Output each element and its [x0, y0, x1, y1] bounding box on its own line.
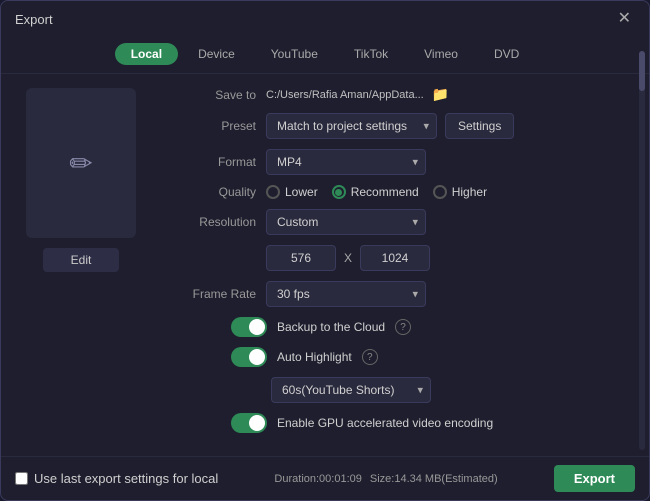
resolution-row: Resolution Custom — [171, 209, 631, 235]
highlight-select[interactable]: 60s(YouTube Shorts) — [271, 377, 431, 403]
framerate-select-wrapper: 30 fps — [266, 281, 426, 307]
backup-toggle[interactable] — [231, 317, 267, 337]
quality-row: Quality Lower Recommend Higher — [171, 185, 631, 199]
gpu-label: Enable GPU accelerated video encoding — [277, 416, 493, 430]
export-window: Export ✕ Local Device YouTube TikTok Vim… — [0, 0, 650, 501]
radio-recommend — [332, 185, 346, 199]
quality-higher[interactable]: Higher — [433, 185, 487, 199]
folder-icon[interactable]: 📁 — [432, 86, 449, 103]
auto-highlight-toggle[interactable] — [231, 347, 267, 367]
settings-panel: Save to C:/Users/Rafia Aman/AppData... 📁… — [161, 74, 649, 456]
highlight-select-wrapper: 60s(YouTube Shorts) — [271, 377, 431, 403]
resolution-height-input[interactable] — [360, 245, 430, 271]
tab-bar: Local Device YouTube TikTok Vimeo DVD — [1, 37, 649, 74]
duration-text: Duration:00:01:09 — [274, 473, 361, 485]
format-value: MP4 — [266, 149, 631, 175]
resolution-select-wrapper: Custom — [266, 209, 426, 235]
settings-button[interactable]: Settings — [445, 113, 514, 139]
footer-left: Use last export settings for local — [15, 471, 218, 486]
quality-label: Quality — [171, 185, 256, 199]
format-select-wrapper: MP4 — [266, 149, 426, 175]
save-path-text: C:/Users/Rafia Aman/AppData... — [266, 89, 424, 101]
tab-dvd[interactable]: DVD — [478, 43, 535, 65]
framerate-value: 30 fps — [266, 281, 631, 307]
last-export-label: Use last export settings for local — [34, 471, 218, 486]
quality-recommend[interactable]: Recommend — [332, 185, 419, 199]
resolution-inputs: X — [266, 245, 631, 271]
title-bar: Export ✕ — [1, 1, 649, 37]
auto-highlight-help-icon[interactable]: ? — [362, 349, 378, 365]
preset-label: Preset — [171, 119, 256, 133]
quality-lower[interactable]: Lower — [266, 185, 318, 199]
footer: Use last export settings for local Durat… — [1, 456, 649, 500]
preview-box: ✏ — [26, 88, 136, 238]
auto-highlight-label: Auto Highlight — [277, 350, 352, 364]
scrollbar-thumb[interactable] — [639, 74, 645, 91]
resolution-width-input[interactable] — [266, 245, 336, 271]
auto-highlight-toggle-row: Auto Highlight ? — [231, 347, 631, 367]
preset-select[interactable]: Match to project settings — [266, 113, 437, 139]
save-to-label: Save to — [171, 88, 256, 102]
tab-local[interactable]: Local — [115, 43, 178, 65]
tab-youtube[interactable]: YouTube — [255, 43, 334, 65]
backup-label: Backup to the Cloud — [277, 320, 385, 334]
edit-pencil-icon: ✏ — [69, 147, 92, 180]
preview-panel: ✏ Edit — [1, 74, 161, 456]
tab-vimeo[interactable]: Vimeo — [408, 43, 474, 65]
size-text: Size:14.34 MB(Estimated) — [370, 473, 498, 485]
x-separator: X — [344, 251, 352, 265]
footer-meta: Duration:00:01:09 Size:14.34 MB(Estimate… — [274, 473, 497, 485]
quality-higher-label: Higher — [452, 185, 487, 199]
resolution-select[interactable]: Custom — [266, 209, 426, 235]
save-to-value: C:/Users/Rafia Aman/AppData... 📁 — [266, 86, 631, 103]
content-area: ✏ Edit Save to C:/Users/Rafia Aman/AppDa… — [1, 74, 649, 456]
highlight-select-row: 60s(YouTube Shorts) — [271, 377, 631, 403]
preset-row: Preset Match to project settings Setting… — [171, 113, 631, 139]
preset-value: Match to project settings Settings — [266, 113, 631, 139]
framerate-row: Frame Rate 30 fps — [171, 281, 631, 307]
format-row: Format MP4 — [171, 149, 631, 175]
resolution-label: Resolution — [171, 215, 256, 229]
framerate-label: Frame Rate — [171, 287, 256, 301]
tab-tiktok[interactable]: TikTok — [338, 43, 404, 65]
scrollbar-track — [639, 74, 645, 450]
format-label: Format — [171, 155, 256, 169]
close-button[interactable]: ✕ — [614, 9, 635, 29]
resolution-value: Custom — [266, 209, 631, 235]
format-select[interactable]: MP4 — [266, 149, 426, 175]
backup-help-icon[interactable]: ? — [395, 319, 411, 335]
last-export-checkbox[interactable] — [15, 472, 28, 485]
gpu-toggle-row: Enable GPU accelerated video encoding — [231, 413, 631, 433]
gpu-toggle[interactable] — [231, 413, 267, 433]
quality-recommend-label: Recommend — [351, 185, 419, 199]
backup-toggle-row: Backup to the Cloud ? — [231, 317, 631, 337]
export-button[interactable]: Export — [554, 465, 635, 492]
window-title: Export — [15, 12, 53, 27]
radio-lower — [266, 185, 280, 199]
save-to-row: Save to C:/Users/Rafia Aman/AppData... 📁 — [171, 86, 631, 103]
framerate-select[interactable]: 30 fps — [266, 281, 426, 307]
radio-higher — [433, 185, 447, 199]
quality-options: Lower Recommend Higher — [266, 185, 487, 199]
tab-device[interactable]: Device — [182, 43, 251, 65]
edit-button[interactable]: Edit — [43, 248, 120, 272]
preset-select-wrapper: Match to project settings — [266, 113, 437, 139]
quality-lower-label: Lower — [285, 185, 318, 199]
